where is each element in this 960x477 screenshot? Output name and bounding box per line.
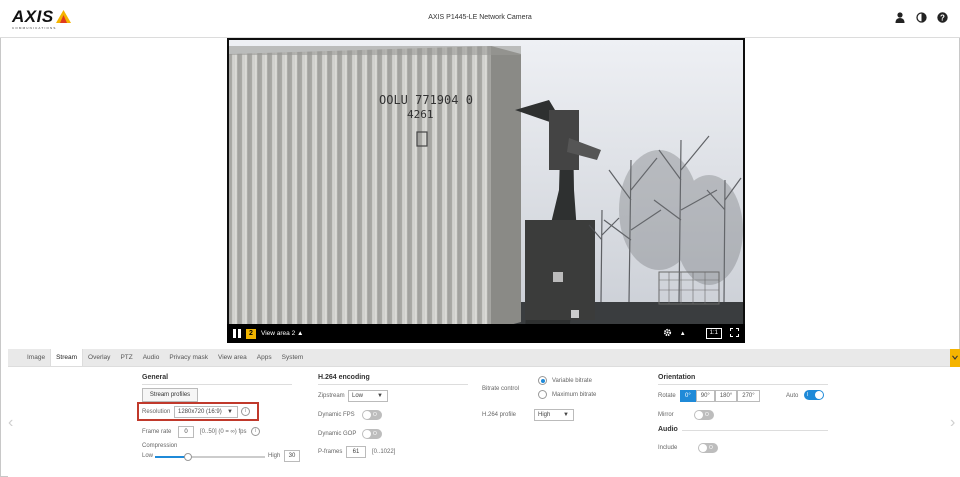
audio-heading: Audio — [658, 426, 678, 433]
stream-profiles-button[interactable]: Stream profiles — [142, 388, 198, 402]
variable-bitrate-radio[interactable] — [538, 376, 547, 385]
tab-view-area[interactable]: View area — [213, 349, 252, 366]
compression-slider-knob[interactable] — [184, 453, 192, 461]
tab-system[interactable]: System — [277, 349, 309, 366]
settings-gear-icon[interactable] — [663, 328, 672, 339]
include-audio-toggle[interactable]: O — [698, 443, 718, 453]
prev-arrow-icon[interactable]: ‹ — [8, 414, 13, 432]
dynamic-gop-toggle[interactable]: O — [362, 429, 382, 439]
user-icon[interactable] — [894, 11, 906, 23]
rotate-270-button[interactable]: 270° — [737, 390, 760, 402]
tab-stream[interactable]: Stream — [50, 349, 84, 366]
rotate-180-button[interactable]: 180° — [714, 390, 738, 402]
rotate-segmented-control: 0° 90° 180° 270° — [680, 390, 760, 402]
orientation-heading: Orientation — [658, 374, 696, 381]
resolution-select[interactable]: 1280x720 (16:9) ▼ — [174, 406, 238, 418]
zipstream-select[interactable]: Low ▼ — [348, 390, 388, 402]
frame-rate-label: Frame rate — [142, 429, 172, 435]
info-icon[interactable]: i — [241, 407, 250, 416]
view-area-selector[interactable]: View area 2 ▲ — [261, 330, 303, 337]
orientation-divider — [658, 384, 828, 385]
zipstream-value: Low — [352, 393, 364, 399]
compression-field[interactable]: 30 — [284, 450, 300, 462]
dynamic-gop-label: Dynamic GOP — [318, 431, 357, 437]
auto-rotate-toggle[interactable]: I — [804, 390, 824, 400]
logo-subtitle: COMMUNICATIONS — [12, 26, 57, 30]
tab-spacer — [8, 349, 22, 366]
general-heading: General — [142, 374, 169, 381]
svg-text:?: ? — [940, 13, 945, 22]
camera-image: OOLU 771904 0 4261 — [229, 40, 743, 341]
page-title: AXIS P1445-LE Network Camera — [428, 14, 532, 21]
chevron-down-icon — [952, 355, 958, 360]
dynamic-fps-toggle[interactable]: O — [362, 410, 382, 420]
tab-overlay[interactable]: Overlay — [83, 349, 115, 366]
h264-profile-value: High — [538, 412, 551, 418]
tab-image[interactable]: Image — [22, 349, 50, 366]
tab-audio[interactable]: Audio — [138, 349, 165, 366]
help-icon[interactable]: ? — [936, 11, 948, 23]
h264-profile-select[interactable]: High ▼ — [534, 409, 574, 421]
frame-rate-field[interactable]: 0 — [178, 426, 194, 438]
next-arrow-icon[interactable]: › — [950, 414, 955, 432]
fullscreen-icon[interactable] — [730, 328, 739, 339]
bitrate-control-label: Bitrate control — [482, 386, 520, 392]
contrast-icon[interactable] — [915, 11, 927, 23]
mirror-toggle[interactable]: O — [694, 410, 714, 420]
view-number-badge: 2 — [246, 328, 256, 339]
dropdown-arrow-icon: ▼ — [563, 412, 569, 418]
collapse-panel-button[interactable] — [950, 349, 960, 367]
maximum-bitrate-radio[interactable] — [538, 390, 547, 399]
frame-rate-hint: [0..50] (0 = ∞) fps — [200, 429, 247, 435]
pframes-label: P-frames — [318, 449, 343, 455]
h264-divider — [318, 384, 468, 385]
tab-privacy-mask[interactable]: Privacy mask — [164, 349, 213, 366]
rotate-90-button[interactable]: 90° — [695, 390, 715, 402]
compression-low-label: Low — [142, 453, 154, 459]
resolution-value: 1280x720 (16:9) — [178, 409, 222, 415]
include-label: Include — [658, 445, 678, 451]
live-video-view[interactable]: OOLU 771904 0 4261 — [227, 38, 745, 343]
maximum-bitrate-label: Maximum bitrate — [552, 392, 597, 398]
video-control-bar: 2 View area 2 ▲ ▲ 1:1 — [227, 324, 745, 343]
caret-up-icon[interactable]: ▲ — [680, 331, 686, 337]
rotate-label: Rotate — [658, 393, 676, 399]
container-code: 4261 — [407, 108, 434, 121]
compression-high-label: High — [268, 453, 281, 459]
frame-rate-info-icon[interactable]: i — [251, 427, 260, 436]
container-number: OOLU 771904 0 — [379, 93, 473, 107]
pause-icon[interactable] — [233, 329, 241, 338]
h264-heading: H.264 encoding — [318, 374, 370, 381]
one-to-one-button[interactable]: 1:1 — [705, 328, 722, 339]
audio-divider — [682, 430, 828, 431]
general-divider — [142, 384, 292, 385]
dynamic-fps-label: Dynamic FPS — [318, 412, 355, 418]
mirror-label: Mirror — [658, 412, 674, 418]
rotate-0-button[interactable]: 0° — [680, 390, 696, 402]
auto-label: Auto — [786, 393, 799, 399]
h264-profile-label: H.264 profile — [482, 412, 517, 418]
pframes-hint: [0..1022] — [372, 449, 396, 455]
dropdown-arrow-icon: ▼ — [227, 409, 233, 415]
tab-apps[interactable]: Apps — [252, 349, 277, 366]
tab-ptz[interactable]: PTZ — [115, 349, 137, 366]
settings-tab-bar: Image Stream Overlay PTZ Audio Privacy m… — [8, 349, 960, 367]
variable-bitrate-label: Variable bitrate — [552, 378, 592, 384]
pframes-field[interactable]: 61 — [346, 446, 366, 458]
dropdown-arrow-icon: ▼ — [377, 393, 383, 399]
zipstream-label: Zipstream — [318, 393, 345, 399]
compression-label: Compression — [142, 443, 178, 449]
top-header: AXIS COMMUNICATIONS AXIS P1445-LE Networ… — [0, 0, 960, 38]
resolution-label: Resolution — [142, 409, 171, 415]
